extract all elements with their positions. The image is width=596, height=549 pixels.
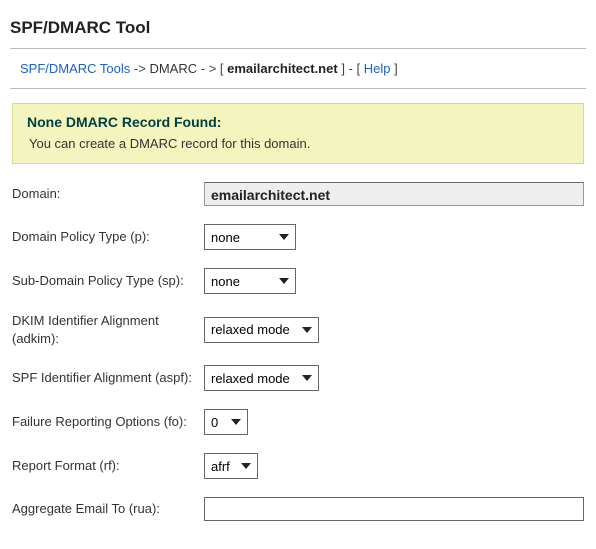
notice-body: You can create a DMARC record for this d… [27,136,569,151]
row-adkim: DKIM Identifier Alignment (adkim): relax… [12,312,584,347]
row-fo: Failure Reporting Options (fo): 0 [12,409,584,435]
row-rua: Aggregate Email To (rua): [12,497,584,521]
label-rf: Report Format (rf): [12,457,204,475]
breadcrumb-sep: - > [ [201,61,227,76]
select-fo[interactable]: 0 [204,409,248,435]
select-rf[interactable]: afrf [204,453,258,479]
divider-breadcrumb [10,88,586,89]
row-aspf: SPF Identifier Alignment (aspf): relaxed… [12,365,584,391]
label-adkim: DKIM Identifier Alignment (adkim): [12,312,204,347]
dmarc-form: Domain: emailarchitect.net Domain Policy… [10,182,586,521]
breadcrumb: SPF/DMARC Tools -> DMARC - > [ emailarch… [10,49,586,88]
breadcrumb-sep: ] [394,61,398,76]
breadcrumb-help-link[interactable]: Help [364,61,391,76]
label-rua: Aggregate Email To (rua): [12,500,204,518]
page-title: SPF/DMARC Tool [10,18,586,38]
label-aspf: SPF Identifier Alignment (aspf): [12,369,204,387]
select-policy-p[interactable]: none [204,224,296,250]
row-domain: Domain: emailarchitect.net [12,182,584,206]
select-adkim[interactable]: relaxed mode [204,317,319,343]
notice-title: None DMARC Record Found: [27,114,569,130]
label-policy-sp: Sub-Domain Policy Type (sp): [12,272,204,290]
row-rf: Report Format (rf): afrf [12,453,584,479]
breadcrumb-sep: -> [134,61,150,76]
row-policy-sp: Sub-Domain Policy Type (sp): none [12,268,584,294]
breadcrumb-sep: ] - [ [341,61,363,76]
label-policy-p: Domain Policy Type (p): [12,228,204,246]
breadcrumb-root-link[interactable]: SPF/DMARC Tools [20,61,130,76]
row-policy-p: Domain Policy Type (p): none [12,224,584,250]
input-rua[interactable] [204,497,584,521]
notice-box: None DMARC Record Found: You can create … [12,103,584,164]
select-policy-sp[interactable]: none [204,268,296,294]
label-domain: Domain: [12,185,204,203]
label-fo: Failure Reporting Options (fo): [12,413,204,431]
breadcrumb-domain: emailarchitect.net [227,61,338,76]
domain-display: emailarchitect.net [204,182,584,206]
select-aspf[interactable]: relaxed mode [204,365,319,391]
breadcrumb-item-dmarc: DMARC [149,61,197,76]
